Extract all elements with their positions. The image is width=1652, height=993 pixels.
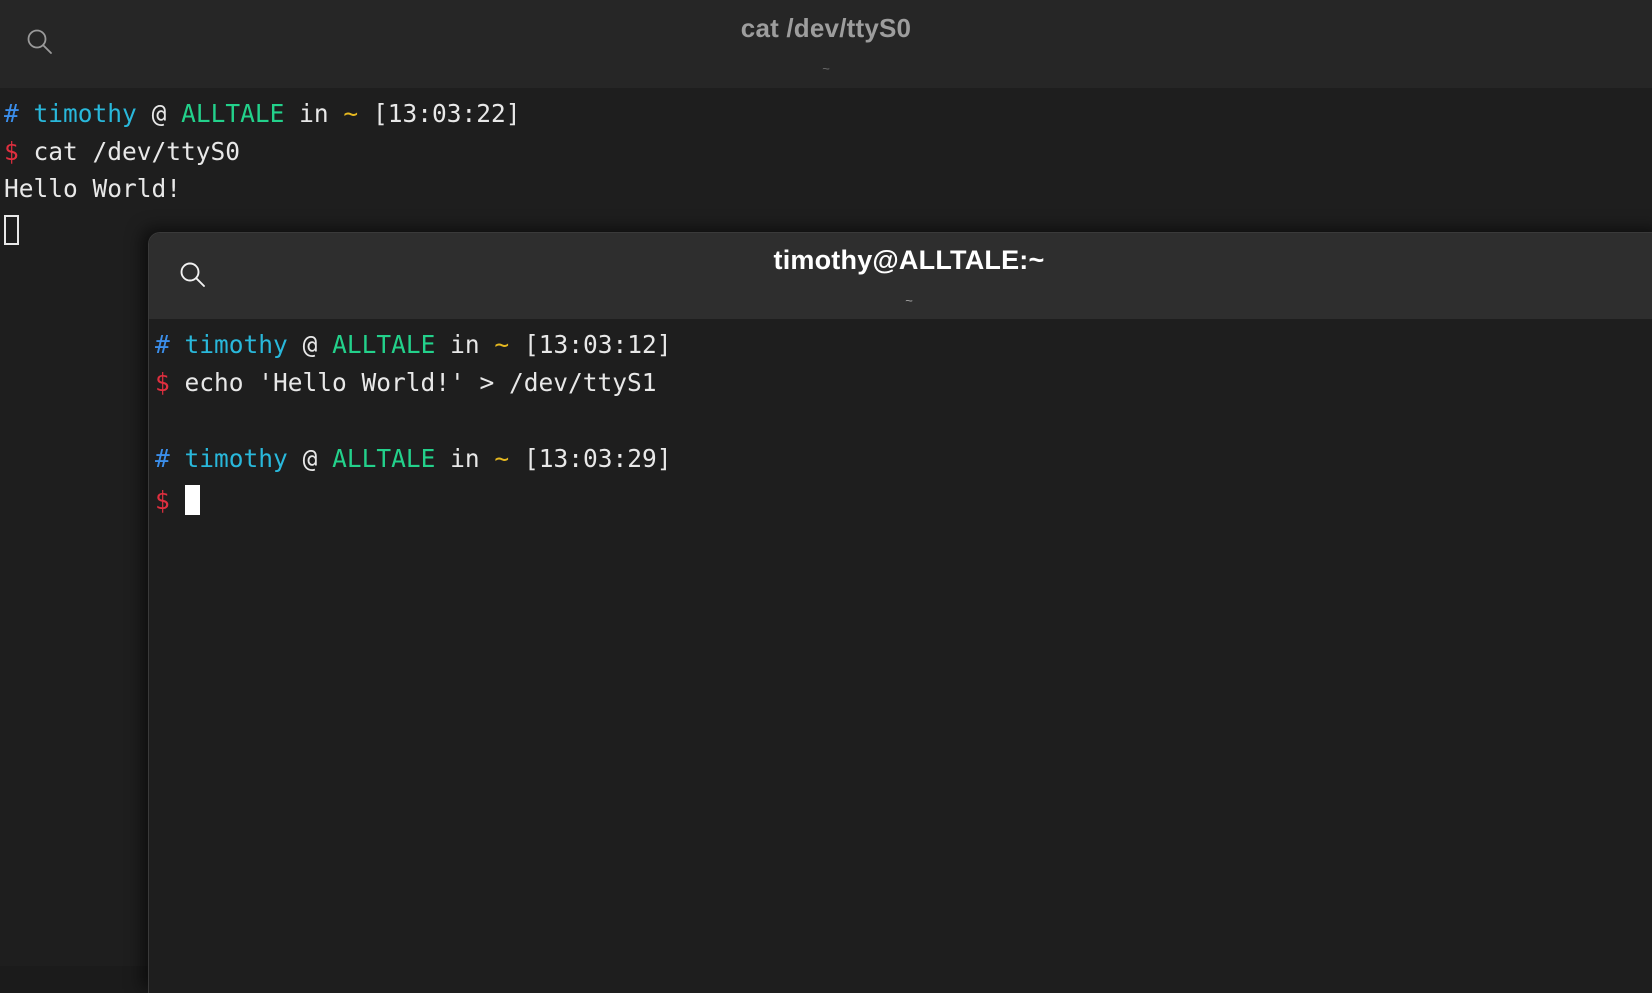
search-icon[interactable] bbox=[175, 257, 211, 293]
command-text: cat /dev/ttyS0 bbox=[33, 136, 241, 166]
prompt-timestamp: [13:03:22] bbox=[372, 99, 521, 128]
command-input-line[interactable]: $ bbox=[155, 485, 1652, 523]
command-space bbox=[170, 368, 185, 397]
terminal-output-foreground[interactable]: # timothy @ ALLTALE in ~ [13:03:12] $ ec… bbox=[149, 319, 1652, 993]
window-subtitle-foreground: ~ bbox=[905, 293, 913, 308]
prompt-host: ALLTALE bbox=[332, 330, 436, 359]
command-sigil: $ bbox=[155, 486, 170, 515]
command-space bbox=[19, 137, 34, 166]
titlebar-title-group: cat /dev/ttyS0 ~ bbox=[0, 0, 1652, 88]
command-line: $ echo 'Hello World!' > /dev/ttyS1 bbox=[155, 368, 1652, 409]
search-icon[interactable] bbox=[22, 24, 58, 60]
prompt-path: ~ bbox=[343, 99, 359, 128]
command-text: echo 'Hello World!' > /dev/ttyS1 bbox=[184, 368, 657, 397]
output-line: Hello World! bbox=[4, 174, 1652, 215]
prompt-line: # timothy @ ALLTALE in ~ [13:03:22] bbox=[4, 99, 1652, 140]
prompt-line: # timothy @ ALLTALE in ~ [13:03:12] bbox=[155, 330, 1652, 371]
prompt-in: in bbox=[299, 99, 329, 128]
prompt-in: in bbox=[450, 330, 480, 359]
command-sigil: $ bbox=[4, 136, 19, 166]
command-space bbox=[170, 486, 185, 515]
prompt-path: ~ bbox=[494, 444, 510, 473]
terminal-cursor-focused bbox=[184, 485, 200, 515]
prompt-host: ALLTALE bbox=[332, 444, 436, 473]
prompt-user: timothy bbox=[33, 99, 137, 128]
prompt-user: timothy bbox=[184, 444, 288, 473]
window-title-foreground: timothy@ALLTALE:~ bbox=[773, 245, 1045, 275]
terminal-cursor-unfocused bbox=[4, 214, 19, 245]
prompt-path: ~ bbox=[494, 330, 510, 359]
prompt-user: timothy bbox=[184, 330, 288, 359]
prompt-timestamp: [13:03:29] bbox=[523, 444, 672, 473]
titlebar-foreground-window[interactable]: timothy@ALLTALE:~ ~ bbox=[149, 233, 1652, 319]
command-line: $ cat /dev/ttyS0 bbox=[4, 136, 1652, 178]
titlebar-title-group: timothy@ALLTALE:~ ~ bbox=[149, 233, 1652, 319]
terminal-window-foreground[interactable]: timothy@ALLTALE:~ ~ # timothy @ ALLTALE … bbox=[148, 232, 1652, 993]
prompt-in: in bbox=[450, 444, 480, 473]
prompt-at: @ bbox=[302, 330, 318, 359]
prompt-at: @ bbox=[151, 99, 167, 128]
prompt-hash: # bbox=[4, 99, 19, 128]
prompt-timestamp: [13:03:12] bbox=[523, 330, 672, 359]
titlebar-background-window[interactable]: cat /dev/ttyS0 ~ bbox=[0, 0, 1652, 88]
prompt-hash: # bbox=[155, 444, 170, 473]
output-text: Hello World! bbox=[4, 174, 182, 203]
prompt-at: @ bbox=[302, 444, 318, 473]
prompt-line: # timothy @ ALLTALE in ~ [13:03:29] bbox=[155, 444, 1652, 485]
prompt-host: ALLTALE bbox=[181, 99, 285, 128]
prompt-hash: # bbox=[155, 330, 170, 359]
command-sigil: $ bbox=[155, 368, 170, 397]
window-subtitle-background: ~ bbox=[822, 61, 830, 76]
window-title-background: cat /dev/ttyS0 bbox=[740, 13, 912, 43]
